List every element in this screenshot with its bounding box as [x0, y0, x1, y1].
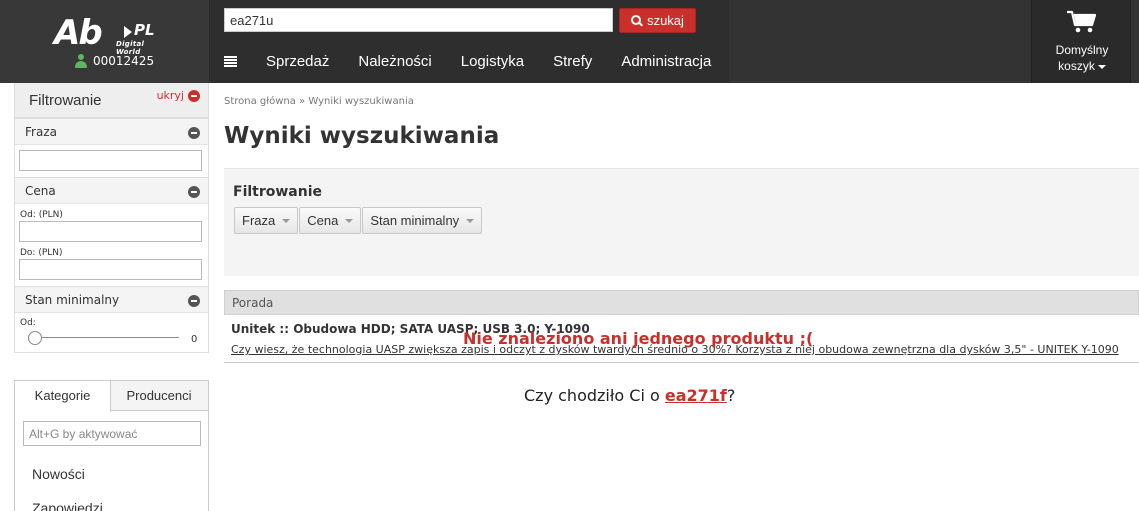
nav-logistyka[interactable]: Logistyka: [461, 53, 524, 70]
filter-price-section: Cena Od: (PLN) Do: (PLN): [14, 177, 209, 286]
filter-title: Filtrowanie: [29, 92, 102, 109]
dropdown-label: Cena: [307, 213, 339, 228]
category-nowosci[interactable]: Nowości: [32, 466, 85, 482]
user-icon: [74, 54, 88, 68]
category-zapowiedzi[interactable]: Zapowiedzi: [32, 500, 103, 511]
ab-logo[interactable]: Ab PL Digital World: [54, 13, 164, 56]
search-button[interactable]: szukaj: [619, 8, 696, 33]
logo-mark: Ab: [54, 13, 103, 53]
cart-label-line1: Domyślny: [1055, 43, 1109, 57]
tab-kategorie[interactable]: Kategorie: [15, 381, 111, 412]
stock-from-label: Od:: [20, 318, 36, 328]
dropdown-cena[interactable]: Cena: [299, 207, 362, 234]
cart-icon: [1067, 10, 1097, 33]
category-search-input[interactable]: [23, 421, 201, 446]
slider-handle[interactable]: [28, 331, 42, 345]
not-found-message: Nie znaleziono ani jednego produktu ;(: [463, 329, 814, 348]
filter-stock-section: Stan minimalny Od: 0: [14, 286, 209, 353]
logo-area[interactable]: Ab PL Digital World 00012425: [0, 0, 210, 83]
caret-down-icon: [466, 218, 475, 223]
tip-header: Porada: [224, 290, 1139, 315]
category-panel: Kategorie Producenci Nowości Zapowiedzi: [14, 380, 209, 511]
stock-value: 0: [191, 334, 198, 345]
nav-administracja[interactable]: Administracja: [621, 53, 711, 70]
dropdown-label: Stan minimalny: [370, 213, 460, 228]
cart-label-line2: koszyk: [1058, 59, 1095, 73]
dropdown-label: Fraza: [242, 213, 276, 228]
hide-filters-link[interactable]: ukryj: [157, 89, 200, 102]
nav-strefy[interactable]: Strefy: [553, 53, 592, 70]
breadcrumb[interactable]: Strona główna » Wyniki wyszukiwania: [224, 96, 414, 107]
collapse-icon[interactable]: [188, 186, 200, 198]
did-you-mean-prefix: Czy chodziło Ci o: [524, 386, 665, 405]
filter-sidebar: Filtrowanie ukryj Fraza Cena Od: (PLN) D…: [14, 83, 209, 353]
client-id-text: 00012425: [93, 54, 155, 68]
price-to-input[interactable]: [19, 259, 202, 280]
nav-sprzedaz[interactable]: Sprzedaż: [266, 53, 329, 70]
logo-suffix: PL: [134, 21, 155, 39]
price-from-label: Od: (PLN): [20, 210, 63, 220]
nav-naleznosci[interactable]: Należności: [358, 53, 431, 70]
caret-down-icon: [345, 218, 354, 223]
dropdown-fraza[interactable]: Fraza: [234, 207, 299, 234]
collapse-icon[interactable]: [188, 127, 200, 139]
cart-label: Domyślny koszyk: [1032, 42, 1132, 74]
caret-down-icon: [282, 218, 291, 223]
top-bar: Ab PL Digital World 00012425 szukaj Sprz…: [0, 0, 1139, 83]
price-to-label: Do: (PLN): [20, 248, 63, 258]
filter-stock-title: Stan minimalny: [25, 293, 120, 307]
filter-price-header[interactable]: Cena: [15, 177, 208, 204]
filter-price-title: Cena: [25, 184, 56, 198]
hide-label: ukryj: [156, 89, 184, 102]
client-id[interactable]: 00012425: [74, 54, 154, 68]
search-icon: [631, 15, 642, 26]
page-title: Wyniki wyszukiwania: [224, 123, 500, 149]
stock-slider[interactable]: 0: [19, 330, 202, 346]
dropdown-stan-minimalny[interactable]: Stan minimalny: [362, 207, 483, 234]
search-input[interactable]: [224, 8, 613, 32]
cart-button[interactable]: Domyślny koszyk: [1031, 0, 1131, 83]
filter-phrase-header[interactable]: Fraza: [15, 118, 208, 145]
caret-down-icon: [1097, 64, 1106, 69]
main-nav: Sprzedaż Należności Logistyka Strefy Adm…: [224, 45, 740, 77]
price-from-input[interactable]: [19, 221, 202, 242]
filter-panel: Filtrowanie Fraza Cena Stan minimalny: [224, 168, 1139, 276]
did-you-mean: Czy chodziło Ci o ea271f?: [524, 386, 735, 405]
phrase-input[interactable]: [19, 150, 202, 171]
filter-phrase-section: Fraza: [14, 118, 209, 177]
menu-icon[interactable]: [224, 55, 237, 67]
filter-panel-title: Filtrowanie: [233, 184, 323, 200]
tab-producenci[interactable]: Producenci: [111, 381, 207, 410]
filter-header: Filtrowanie ukryj: [14, 83, 209, 118]
did-you-mean-suffix: ?: [726, 386, 736, 405]
search-button-label: szukaj: [647, 13, 684, 28]
slider-track: [37, 337, 179, 338]
search-area: szukaj Sprzedaż Należności Logistyka Str…: [211, 0, 729, 83]
suggestion-link[interactable]: ea271f: [665, 386, 727, 405]
filter-stock-header[interactable]: Stan minimalny: [15, 286, 208, 313]
filter-phrase-title: Fraza: [25, 125, 57, 139]
minus-circle-icon: [188, 89, 200, 102]
tip-box: Porada Unitek :: Obudowa HDD; SATA UASP;…: [224, 290, 1139, 363]
filter-dropdowns: Fraza Cena Stan minimalny: [234, 207, 483, 234]
logo-arrow-icon: [124, 26, 132, 38]
category-tabs: Kategorie Producenci: [15, 381, 208, 412]
collapse-icon[interactable]: [188, 295, 200, 307]
